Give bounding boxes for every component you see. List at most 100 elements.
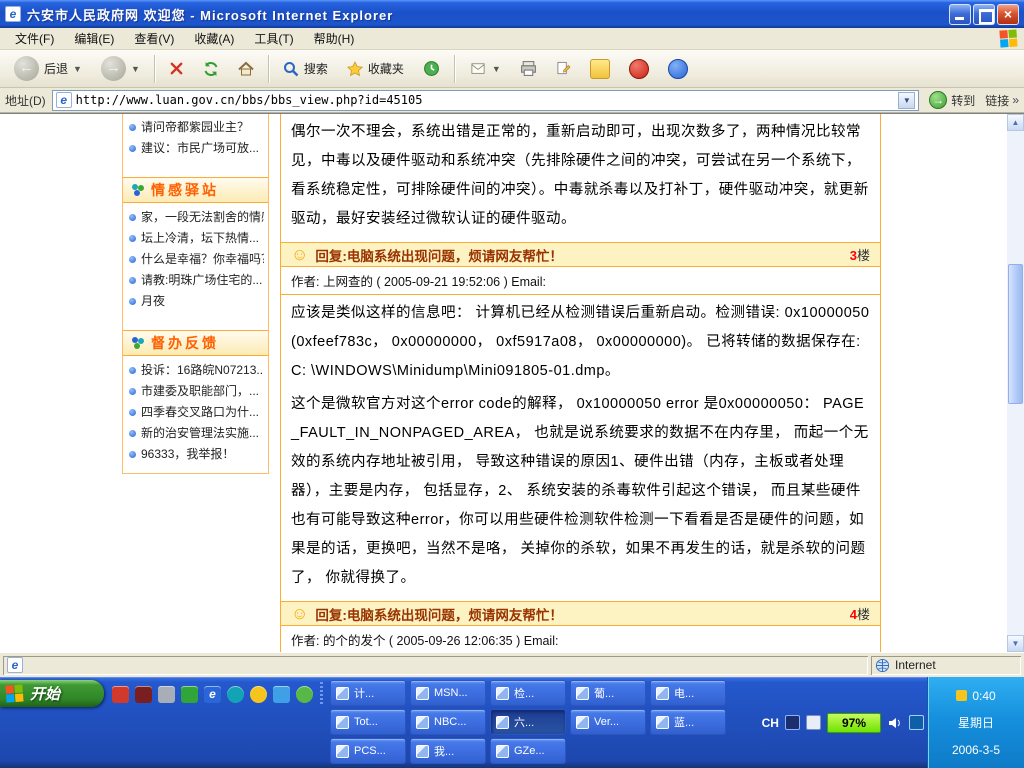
titlebar: e 六安市人民政府网 欢迎您 - Microsoft Internet Expl… [0, 0, 1024, 28]
power-tray-icon[interactable] [956, 690, 967, 701]
address-input[interactable] [76, 93, 895, 107]
close-button[interactable]: × [997, 4, 1019, 25]
sidebar-link[interactable]: 月夜 [127, 291, 264, 312]
edit-button[interactable] [548, 53, 579, 85]
task-button[interactable]: 检... [490, 680, 566, 706]
battery-indicator[interactable]: 97% [827, 713, 881, 733]
scroll-up-button[interactable]: ▲ [1007, 114, 1024, 131]
task-button[interactable]: 葡... [570, 680, 646, 706]
sidebar-link[interactable]: 四季春交叉路口为什... [127, 402, 264, 423]
bullet-icon [129, 214, 136, 221]
post-body: 偶尔一次不理会，系统出错是正常的，重新启动即可，出现次数多了，两种情况比较常见，… [281, 114, 880, 242]
task-button-active[interactable]: 六... [490, 709, 566, 735]
menu-favorites[interactable]: 收藏(A) [185, 28, 243, 49]
start-windows-flag-icon [5, 684, 24, 703]
go-button[interactable]: → 转到 [925, 91, 979, 109]
back-button[interactable]: ← 后退 ▼ [6, 53, 90, 85]
quick-launch-icon[interactable] [296, 686, 313, 703]
task-button[interactable]: 电... [650, 680, 726, 706]
toolbar-separator [154, 55, 155, 83]
menu-edit[interactable]: 编辑(E) [65, 28, 123, 49]
messenger-blue-button[interactable] [660, 53, 696, 85]
task-button[interactable]: PCS... [330, 738, 406, 764]
network-tray-icon[interactable] [909, 715, 924, 730]
sidebar-link[interactable]: 坛上冷清，坛下热情... [127, 228, 264, 249]
task-button[interactable]: MSN... [410, 680, 486, 706]
sidebar-link[interactable]: 96333，我举报！ [127, 444, 264, 465]
sidebar-link[interactable]: 家，一段无法割舍的情感 [127, 207, 264, 228]
sidebar-link-label: 新的治安管理法实施... [141, 423, 259, 444]
messenger-red-button[interactable] [621, 53, 657, 85]
keyboard-tray-icon[interactable] [785, 715, 800, 730]
search-button[interactable]: 搜索 [275, 53, 336, 85]
quick-launch-icon[interactable] [273, 686, 290, 703]
smiley-icon: ☺ [291, 605, 308, 622]
task-button[interactable]: Tot... [330, 709, 406, 735]
sidebar-link-label: 什么是幸福？你幸福吗？ [141, 249, 264, 270]
sidebar-link[interactable]: 建议：市民广场可放... [127, 138, 264, 159]
floor-badge: 4楼 [850, 604, 870, 623]
search-icon [283, 61, 299, 77]
quick-launch-icon[interactable] [181, 686, 198, 703]
stop-button[interactable] [161, 53, 192, 85]
menu-tools[interactable]: 工具(T) [245, 28, 302, 49]
quick-launch-icon[interactable] [227, 686, 244, 703]
address-dropdown-button[interactable]: ▼ [898, 92, 915, 109]
history-button[interactable] [415, 53, 448, 85]
author-line: 作者: 上网查的 ( 2005-09-21 19:52:06 ) Email: [281, 267, 880, 295]
menu-file[interactable]: 文件(F) [6, 28, 63, 49]
print-button[interactable] [512, 53, 545, 85]
discuss-button[interactable] [582, 53, 618, 85]
quick-launch-ie-icon[interactable]: e [204, 686, 221, 703]
task-button[interactable]: 我... [410, 738, 486, 764]
scrollbar-thumb[interactable] [1008, 264, 1023, 404]
task-button[interactable]: 蓝... [650, 709, 726, 735]
back-label: 后退 [44, 60, 68, 77]
task-button[interactable]: NBC... [410, 709, 486, 735]
start-button[interactable]: 开始 [0, 680, 104, 707]
task-button[interactable]: GZe... [490, 738, 566, 764]
task-button[interactable]: 计... [330, 680, 406, 706]
sidebar-section-list: 投诉：16路皖N07213... 市建委及职能部门，... 四季春交叉路口为什.… [123, 356, 268, 473]
sidebar-link[interactable]: 什么是幸福？你幸福吗？ [127, 249, 264, 270]
address-bar: 地址(D) e ▼ → 转到 链接 » [0, 88, 1024, 113]
home-button[interactable] [230, 53, 262, 85]
clock-time: 0:40 [972, 689, 995, 703]
bullet-icon [129, 451, 136, 458]
reply-title: 回复:电脑系统出现问题，烦请网友帮忙！ [315, 245, 563, 265]
quick-launch-icon[interactable] [158, 686, 175, 703]
sidebar-top-list: 请问帝都紫园业主？ 建议：市民广场可放... [123, 114, 268, 167]
maximize-button[interactable] [973, 4, 995, 25]
quick-launch-icon[interactable] [135, 686, 152, 703]
refresh-button[interactable] [195, 53, 227, 85]
sidebar-link[interactable]: 请问帝都紫园业主？ [127, 117, 264, 138]
sidebar-section-header: 情感驿站 [123, 177, 268, 203]
links-button[interactable]: 链接 » [985, 92, 1019, 109]
language-indicator[interactable]: CH [762, 716, 779, 730]
minimize-button[interactable] [949, 4, 971, 25]
forward-button[interactable]: → ▼ [93, 53, 148, 85]
sidebar-link[interactable]: 新的治安管理法实施... [127, 423, 264, 444]
toolbar-separator [268, 55, 269, 83]
mail-button[interactable]: ▼ [461, 53, 509, 85]
sidebar-link[interactable]: 投诉：16路皖N07213... [127, 360, 264, 381]
menu-view[interactable]: 查看(V) [125, 28, 183, 49]
sidebar-link[interactable]: 请教:明珠广场住宅的... [127, 270, 264, 291]
menu-help[interactable]: 帮助(H) [305, 28, 364, 49]
vertical-scrollbar[interactable]: ▲ ▼ [1007, 114, 1024, 652]
clock-area: 0:40 星期日 2006-3-5 [927, 677, 1024, 768]
task-window-icon [336, 716, 349, 729]
status-bar: e Internet [0, 652, 1024, 677]
quick-launch-icon[interactable] [250, 686, 267, 703]
scroll-down-button[interactable]: ▼ [1007, 635, 1024, 652]
volume-icon[interactable] [887, 715, 903, 731]
bullet-icon [129, 145, 136, 152]
sidebar-link-label: 市建委及职能部门，... [141, 381, 259, 402]
sidebar-link[interactable]: 市建委及职能部门，... [127, 381, 264, 402]
favorites-button[interactable]: 收藏夹 [339, 53, 412, 85]
quick-launch-icon[interactable] [112, 686, 129, 703]
bullet-icon [129, 256, 136, 263]
forum-posts: 偶尔一次不理会，系统出错是正常的，重新启动即可，出现次数多了，两种情况比较常见，… [280, 114, 881, 652]
pen-tray-icon[interactable] [806, 715, 821, 730]
task-button[interactable]: Ver... [570, 709, 646, 735]
